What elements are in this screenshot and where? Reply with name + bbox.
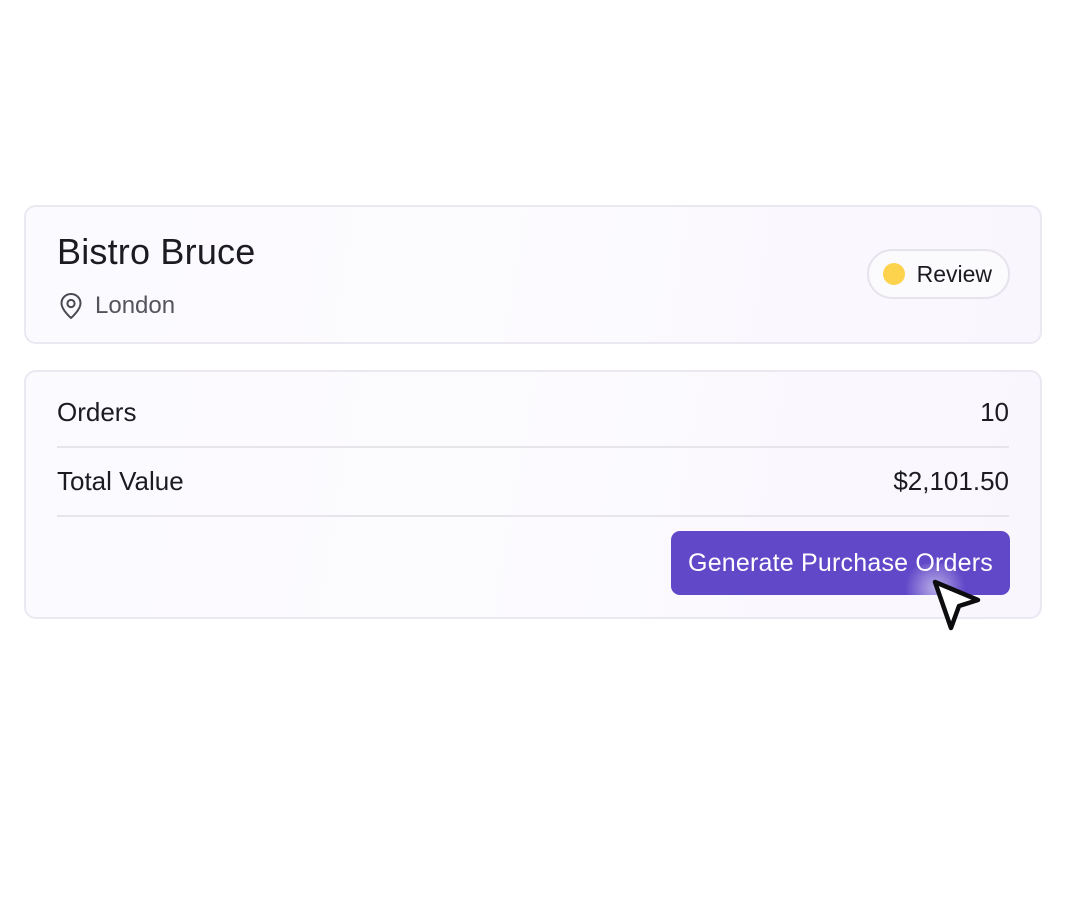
venue-name: Bistro Bruce [57, 231, 256, 272]
summary-card: Orders 10 Total Value $2,101.50 Generate… [24, 370, 1042, 619]
venue-card: Bistro Bruce London Review [24, 205, 1042, 344]
summary-row-total-value: Total Value $2,101.50 [57, 447, 1009, 517]
total-value-amount: $2,101.50 [893, 465, 1009, 496]
location-pin-icon [57, 291, 85, 321]
total-value-label: Total Value [57, 465, 184, 496]
summary-row-orders: Orders 10 [57, 378, 1009, 448]
status-badge: Review [866, 249, 1010, 299]
location-label: London [95, 292, 176, 319]
generate-button-label: Generate Purchase Orders [688, 548, 993, 577]
status-dot-icon [882, 263, 905, 285]
venue-location: London [57, 291, 175, 321]
orders-label: Orders [57, 396, 137, 427]
status-label: Review [916, 260, 992, 287]
mouse-pointer-icon [930, 578, 984, 634]
orders-value: 10 [980, 396, 1009, 427]
